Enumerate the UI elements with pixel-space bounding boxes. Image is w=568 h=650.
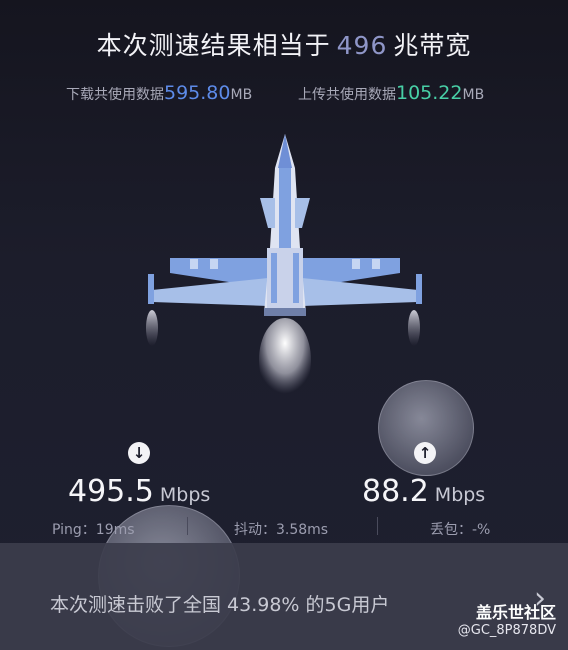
title-suffix: 兆带宽 [393,31,472,60]
jitter-stat: 抖动：3.58ms [234,522,329,538]
left-exhaust-flame [146,310,158,346]
stats-divider-2 [377,517,378,535]
upload-speed-value: 88.2 [362,474,429,509]
watermark-handle: @GC_8P878DV [457,623,556,638]
bandwidth-value: 496 [336,31,388,60]
download-speed-value: 495.5 [68,474,154,509]
download-usage-value: 595.80 [164,82,231,104]
jet-illustration [146,134,422,402]
download-speed-unit: Mbps [159,484,211,506]
summary-bar[interactable]: 本次测速击败了全国 43.98% 的5G用户 › 盖乐世社区 @GC_8P878… [0,543,568,650]
ping-stat: Ping：19ms [52,522,135,538]
download-arrow-icon: ↓ [128,442,150,464]
upload-usage-unit: MB [462,87,485,103]
main-exhaust-flame [259,318,311,402]
right-exhaust-flame [408,310,420,346]
upload-speed: 88.2 Mbps [362,474,485,509]
download-usage-label: 下载共使用数据 [66,87,164,103]
upload-usage-label: 上传共使用数据 [298,87,396,103]
upload-usage: 上传共使用数据105.22MB [298,82,484,104]
watermark-title: 盖乐世社区 [475,603,556,622]
upload-arrow-icon: ↑ [414,442,436,464]
title-prefix: 本次测速结果相当于 [96,31,331,60]
upload-usage-value: 105.22 [396,82,463,104]
download-speed: 495.5 Mbps [68,474,210,509]
stats-divider-1 [187,517,188,535]
right-lower-wing [302,278,418,306]
summary-text: 本次测速击败了全国 43.98% 的5G用户 [50,594,390,616]
upload-speed-unit: Mbps [434,484,486,506]
download-usage-unit: MB [230,87,253,103]
left-lower-wing [152,278,268,306]
download-usage: 下载共使用数据595.80MB [66,82,252,104]
packet-loss-stat: 丢包：-% [430,522,491,538]
result-title: 本次测速结果相当于 496 兆带宽 [0,26,568,62]
